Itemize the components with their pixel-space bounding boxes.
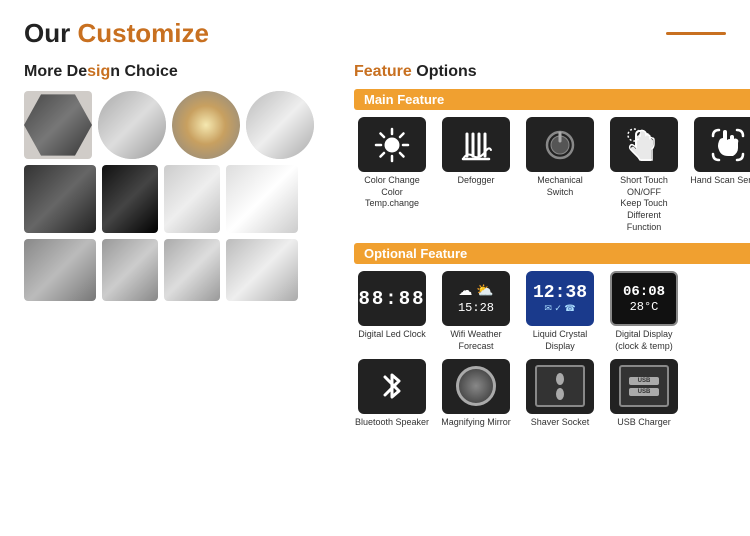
design-row-3 [24,239,334,301]
design-item-rect-dark [24,165,96,233]
digital-led-label: Digital Led Clock [358,329,426,341]
wifi-weather-label: Wifi Weather Forecast [438,329,514,352]
hand-scan-icon-box [694,117,750,172]
weather-time: 15:28 [458,301,494,315]
color-change-label: Color Change Color Temp.change [354,175,430,210]
feature-item-lcd: 12:38 ✉ ✓ ☎ Liquid Crystal Display [522,271,598,352]
main-content: More Design Choice [24,63,726,435]
hand-scan-label: Hand Scan Sensor [690,175,750,187]
design-item-rect-sq [102,239,158,301]
lcd-display: 12:38 ✉ ✓ ☎ [533,283,587,314]
wifi-weather-icon-box: ☁ ⛅ 15:28 [442,271,510,326]
digital-display-icon-box: 06:08 28°C [610,271,678,326]
design-item-rect-lg [226,239,298,301]
lcd-icon-box: 12:38 ✉ ✓ ☎ [526,271,594,326]
design-section-title: More Design Choice [24,63,334,81]
usb-socket-face: USB USB [619,365,669,407]
design-item-round-glow [172,91,240,159]
defogger-icon [457,126,495,164]
usb-label: USB Charger [617,417,671,429]
magnifying-label: Magnifying Mirror [441,417,511,429]
design-item-rect-light [164,165,220,233]
switch-icon [543,128,577,162]
switch-label: MechanicalSwitch [537,175,583,198]
color-change-icon-box [358,117,426,172]
switch-icon-box [526,117,594,172]
page: Our Customize More Design Choice [0,0,750,536]
design-item-rect-b [164,239,220,301]
title-highlight: Customize [77,18,208,48]
bluetooth-icon [377,367,407,405]
design-item-rect-plain [226,165,298,233]
feature-item-digital-led: 88:88 Digital Led Clock [354,271,430,352]
shaver-icon-box [526,359,594,414]
usb-icon-box: USB USB [610,359,678,414]
feature-item-defogger: Defogger [438,117,514,233]
optional-feature-row1: 88:88 Digital Led Clock ☁ ⛅ 15:28 Wifi W… [354,271,750,352]
feature-item-hand-scan: Hand Scan Sensor [690,117,750,233]
feature-item-wifi-weather: ☁ ⛅ 15:28 Wifi Weather Forecast [438,271,514,352]
design-item-hexagon [24,91,92,159]
feature-item-color-change: Color Change Color Temp.change [354,117,430,233]
left-section: More Design Choice [24,63,334,435]
feature-item-shaver: Shaver Socket [522,359,598,429]
digital-led-icon: 88:88 [358,288,425,310]
header-decoration-line [666,32,726,35]
feature-item-bluetooth: Bluetooth Speaker [354,359,430,429]
touch-icon [626,127,662,163]
design-item-rect-frame [24,239,96,301]
design-item-oval [246,91,314,159]
shaver-label: Shaver Socket [531,417,590,429]
main-feature-icons: Color Change Color Temp.change [354,117,750,233]
digital-display-label: Digital Display(clock & temp) [615,329,673,352]
bluetooth-label: Bluetooth Speaker [355,417,429,429]
feature-item-digital-display: 06:08 28°C Digital Display(clock & temp) [606,271,682,352]
feature-title-highlight: Feature [354,63,412,80]
digital-led-icon-box: 88:88 [358,271,426,326]
optional-feature-band: Optional Feature [354,243,750,264]
main-feature-band: Main Feature [354,89,750,110]
feature-item-switch: MechanicalSwitch [522,117,598,233]
magnifying-icon-box [442,359,510,414]
feature-item-touch: Short Touch ON/OFFKeep Touch DifferentFu… [606,117,682,233]
feature-section-title: Feature Options [354,63,750,81]
weather-top: ☁ ⛅ [458,282,493,299]
bluetooth-icon-box [358,359,426,414]
design-grid [24,91,334,301]
touch-label: Short Touch ON/OFFKeep Touch DifferentFu… [606,175,682,233]
optional-feature-row2: Bluetooth Speaker Magnifying Mirror [354,359,750,429]
design-item-rect-black [102,165,158,233]
title-prefix: Our [24,18,77,48]
magnifying-mirror-circle [456,366,496,406]
hand-scan-icon [709,126,747,164]
digital-display-content: 06:08 28°C [623,284,665,314]
header: Our Customize [24,18,726,49]
feature-item-usb: USB USB USB Charger [606,359,682,429]
page-title: Our Customize [24,18,209,49]
touch-icon-box [610,117,678,172]
design-row-2 [24,165,334,233]
design-item-round [98,91,166,159]
right-section: Feature Options Main Feature [354,63,750,435]
defogger-icon-box [442,117,510,172]
design-row-1 [24,91,334,159]
sun-icon [373,126,411,164]
feature-item-magnifying: Magnifying Mirror [438,359,514,429]
lcd-label: Liquid Crystal Display [522,329,598,352]
shaver-socket-face [535,365,585,407]
defogger-label: Defogger [457,175,494,187]
